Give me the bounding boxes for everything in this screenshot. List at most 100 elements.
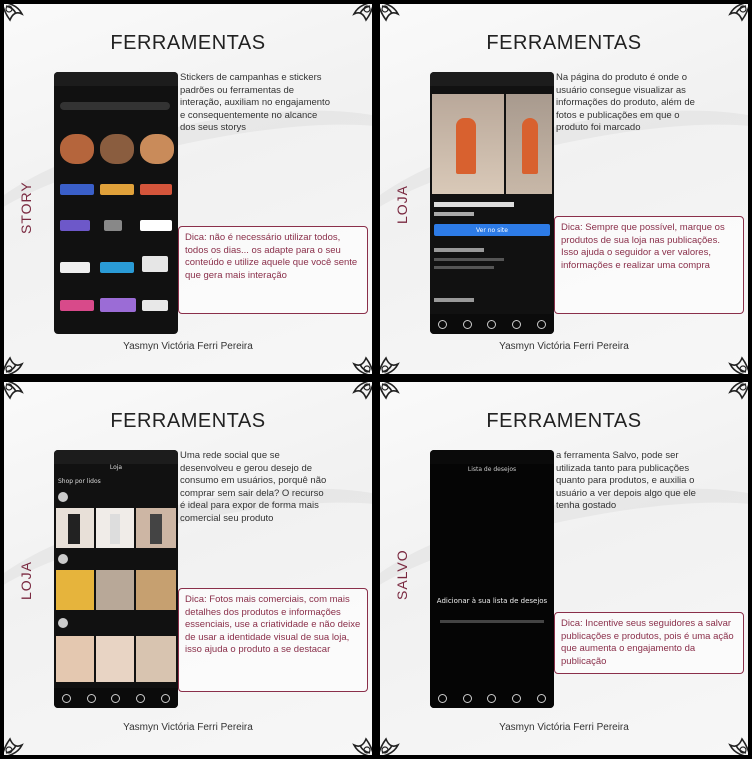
profile-icon[interactable]	[537, 693, 547, 703]
slide-grid: FERRAMENTAS STORY Stickers de campanhas …	[0, 0, 752, 759]
product-thumb[interactable]	[136, 570, 176, 610]
product-thumb[interactable]	[136, 508, 176, 548]
avatar[interactable]	[58, 554, 68, 564]
shop-header: Loja	[109, 464, 123, 471]
sticker-chip	[104, 220, 122, 231]
reels-icon[interactable]	[512, 693, 522, 703]
home-icon[interactable]	[437, 319, 447, 329]
search-icon[interactable]	[86, 693, 96, 703]
slide-title: FERRAMENTAS	[486, 410, 642, 432]
status-bar	[430, 450, 554, 464]
product-price-line	[434, 212, 474, 216]
face-sticker	[100, 134, 134, 164]
author-name: Yasmyn Victória Ferri Pereira	[123, 722, 253, 733]
profile-icon[interactable]	[161, 693, 171, 703]
mandala-corner-icon	[718, 382, 748, 412]
sticker-chip	[60, 184, 94, 195]
phone-screenshot-stickers	[54, 72, 178, 334]
tip-box: Dica: Sempre que possível, marque os pro…	[554, 216, 744, 314]
mandala-corner-icon	[4, 382, 34, 412]
view-on-site-button[interactable]: Ver no site	[434, 224, 550, 236]
description-line	[434, 258, 504, 261]
description-line	[434, 248, 484, 252]
home-icon[interactable]	[61, 693, 71, 703]
mandala-corner-icon	[380, 4, 410, 34]
avatar[interactable]	[58, 492, 68, 502]
product-thumb[interactable]	[96, 570, 134, 610]
status-bar	[430, 72, 554, 86]
mandala-corner-icon	[380, 382, 410, 412]
sticker-chip	[140, 184, 172, 195]
section-label: LOJA	[18, 560, 34, 600]
sticker-chip	[60, 300, 94, 311]
sticker-chip	[142, 256, 168, 272]
status-bar	[54, 450, 178, 464]
author-name: Yasmyn Victória Ferri Pereira	[499, 341, 629, 352]
section-label: LOJA	[394, 184, 410, 224]
product-thumb[interactable]	[56, 570, 94, 610]
product-thumb[interactable]	[136, 636, 176, 682]
about-line	[434, 298, 474, 302]
product-photo	[506, 94, 552, 194]
sticker-chip	[60, 220, 90, 231]
shop-icon[interactable]	[487, 319, 497, 329]
bottom-nav	[430, 314, 554, 334]
section-label: SALVO	[394, 549, 410, 600]
wishlist-title: Lista de desejos	[467, 466, 517, 473]
wishlist-empty-text: Adicionar à sua lista de desejos	[436, 597, 548, 605]
tip-box: Dica: não é necessário utilizar todos, t…	[178, 226, 368, 314]
heart-sticker	[60, 134, 94, 164]
slide-description: Na página do produto é onde o usuário co…	[556, 72, 695, 133]
slide-title: FERRAMENTAS	[110, 32, 266, 54]
sticker-chip	[142, 300, 168, 311]
panel-loja-shop: FERRAMENTAS LOJA Loja Shop por lidos Uma…	[4, 382, 372, 755]
phone-screenshot-wishlist: Lista de desejos Adicionar à sua lista d…	[430, 450, 554, 708]
panel-salvo: FERRAMENTAS SALVO Lista de desejos Adici…	[380, 382, 748, 755]
sticker-chip	[100, 184, 134, 195]
description-line	[434, 266, 494, 269]
mandala-corner-icon	[342, 4, 372, 34]
home-icon[interactable]	[437, 693, 447, 703]
sticker-chip	[140, 220, 172, 231]
cookie-sticker	[140, 134, 174, 164]
tip-box: Dica: Fotos mais comerciais, com mais de…	[178, 588, 368, 692]
mandala-corner-icon	[342, 382, 372, 412]
bottom-nav	[54, 688, 178, 708]
phone-screenshot-shop: Loja Shop por lidos	[54, 450, 178, 708]
shop-icon[interactable]	[111, 693, 121, 703]
section-label: STORY	[18, 181, 34, 234]
avatar[interactable]	[58, 618, 68, 628]
author-name: Yasmyn Victória Ferri Pereira	[499, 722, 629, 733]
slide-title: FERRAMENTAS	[486, 32, 642, 54]
author-name: Yasmyn Victória Ferri Pereira	[123, 341, 253, 352]
reels-icon[interactable]	[512, 319, 522, 329]
shop-icon[interactable]	[487, 693, 497, 703]
sticker-chip	[100, 262, 134, 273]
panel-loja-produto: FERRAMENTAS LOJA Ver no site Na página d…	[380, 4, 748, 374]
bottom-nav	[430, 688, 554, 708]
sticker-chip	[100, 298, 136, 312]
profile-icon[interactable]	[537, 319, 547, 329]
search-icon[interactable]	[462, 693, 472, 703]
phone-screenshot-product: Ver no site	[430, 72, 554, 334]
reels-icon[interactable]	[136, 693, 146, 703]
product-photo	[432, 94, 504, 194]
slide-description: Uma rede social que se desenvolveu e ger…	[180, 450, 327, 524]
sticker-search-bar	[60, 102, 170, 110]
mandala-corner-icon	[718, 4, 748, 34]
shop-section-title: Shop por lidos	[58, 478, 101, 485]
mandala-corner-icon	[4, 4, 34, 34]
slide-description: Stickers de campanhas e stickers padrões…	[180, 72, 330, 133]
product-thumb[interactable]	[56, 508, 94, 548]
slide-title: FERRAMENTAS	[110, 410, 266, 432]
product-thumb[interactable]	[56, 636, 94, 682]
helper-line	[440, 620, 544, 623]
product-thumb[interactable]	[96, 636, 134, 682]
tip-box: Dica: Incentive seus seguidores a salvar…	[554, 612, 744, 674]
product-thumb[interactable]	[96, 508, 134, 548]
sticker-chip	[60, 262, 90, 273]
slide-description: a ferramenta Salvo, pode ser utilizada t…	[556, 450, 696, 511]
panel-story: FERRAMENTAS STORY Stickers de campanhas …	[4, 4, 372, 374]
product-name-line	[434, 202, 514, 207]
search-icon[interactable]	[462, 319, 472, 329]
